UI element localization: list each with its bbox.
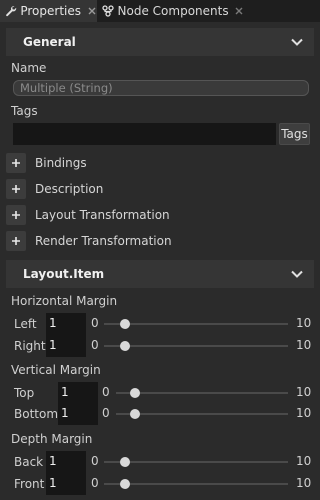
tab-properties[interactable]: Properties — [0, 0, 97, 22]
section-title: General — [23, 35, 76, 49]
tab-properties-label: Properties — [20, 4, 81, 18]
front-number-input[interactable]: 1 — [46, 473, 86, 495]
top-number-input[interactable]: 1 — [58, 382, 98, 404]
group-title-vertical-margin: Vertical Margin — [11, 363, 101, 377]
top-label: Top — [14, 386, 35, 400]
group-title-depth-margin: Depth Margin — [11, 432, 93, 446]
top-slider-thumb[interactable] — [130, 388, 140, 398]
expander-bindings[interactable]: Bindings — [6, 153, 306, 173]
group-title-horizontal-margin: Horizontal Margin — [11, 294, 118, 308]
expander-label: Description — [35, 182, 104, 196]
slider-min-label: 0 — [91, 454, 99, 468]
right-number-input[interactable]: 1 — [46, 335, 86, 357]
right-slider[interactable] — [104, 345, 288, 347]
expander-render-transformation[interactable]: Render Transformation — [6, 231, 306, 251]
name-field[interactable]: Multiple (String) — [13, 80, 309, 96]
back-slider-thumb[interactable] — [120, 457, 130, 467]
slider-min-label: 0 — [91, 316, 99, 330]
front-label: Front — [14, 477, 45, 491]
left-slider[interactable] — [104, 323, 288, 325]
bottom-slider[interactable] — [116, 413, 288, 415]
back-number-input[interactable]: 1 — [46, 451, 86, 473]
right-label: Right — [14, 339, 46, 353]
tags-label: Tags — [11, 104, 38, 118]
slider-min-label: 0 — [102, 385, 110, 399]
nodes-icon — [102, 3, 115, 19]
left-label: Left — [14, 317, 37, 331]
slider-max-label: 10 — [296, 476, 312, 490]
tab-node-components[interactable]: Node Components — [98, 0, 244, 22]
section-title: Layout.Item — [23, 267, 105, 281]
slider-max-label: 10 — [296, 316, 312, 330]
bottom-label: Bottom — [14, 407, 59, 421]
layout-item-section-header[interactable]: Layout.Item — [6, 260, 314, 288]
expander-label: Bindings — [35, 156, 87, 170]
left-number-input[interactable]: 1 — [46, 313, 86, 335]
slider-max-label: 10 — [296, 338, 312, 352]
tags-button[interactable]: Tags — [279, 123, 310, 145]
plus-icon[interactable] — [6, 205, 26, 225]
close-icon[interactable] — [235, 5, 244, 17]
general-section-header[interactable]: General — [6, 28, 314, 56]
bottom-slider-thumb[interactable] — [130, 409, 140, 419]
slider-min-label: 0 — [91, 476, 99, 490]
bottom-number-input[interactable]: 1 — [58, 403, 98, 425]
front-slider[interactable] — [104, 483, 288, 485]
tags-field[interactable] — [13, 123, 276, 145]
wrench-icon — [4, 3, 17, 19]
slider-min-label: 0 — [91, 338, 99, 352]
slider-max-label: 10 — [296, 454, 312, 468]
tab-node-components-label: Node Components — [117, 4, 229, 18]
expander-layout-transformation[interactable]: Layout Transformation — [6, 205, 306, 225]
top-slider[interactable] — [116, 392, 288, 394]
left-slider-thumb[interactable] — [120, 319, 130, 329]
slider-min-label: 0 — [102, 406, 110, 420]
back-label: Back — [14, 455, 44, 469]
close-icon[interactable] — [87, 5, 97, 17]
back-slider[interactable] — [104, 461, 288, 463]
expander-label: Render Transformation — [35, 234, 172, 248]
chevron-down-icon — [290, 36, 304, 48]
plus-icon[interactable] — [6, 153, 26, 173]
chevron-down-icon — [290, 268, 304, 280]
plus-icon[interactable] — [6, 179, 26, 199]
slider-max-label: 10 — [296, 385, 312, 399]
tab-bar: Properties Node Components — [0, 0, 320, 22]
name-label: Name — [11, 61, 47, 75]
plus-icon[interactable] — [6, 231, 26, 251]
expander-description[interactable]: Description — [6, 179, 306, 199]
expander-label: Layout Transformation — [35, 208, 170, 222]
slider-max-label: 10 — [296, 406, 312, 420]
front-slider-thumb[interactable] — [120, 479, 130, 489]
right-slider-thumb[interactable] — [120, 341, 130, 351]
